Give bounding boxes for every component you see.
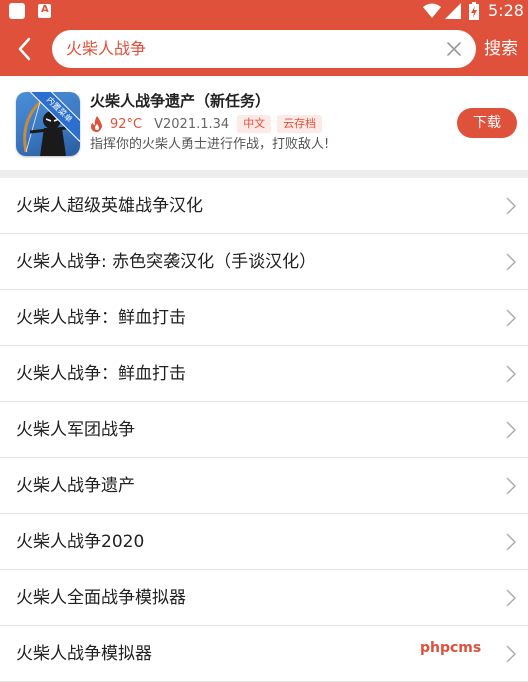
- app-meta: 92°C V2021.1.34 中文 云存档: [90, 114, 328, 134]
- search-result-list: 火柴人超级英雄战争汉化 火柴人战争: 赤色突袭汉化（手谈汉化） 火柴人战争：鲜血…: [0, 178, 528, 682]
- list-item[interactable]: 火柴人超级英雄战争汉化: [0, 178, 528, 234]
- tag-cloud-save: 云存档: [277, 115, 323, 133]
- watermark: phpcms: [420, 640, 482, 656]
- search-header: 搜索: [0, 22, 528, 76]
- list-item-label: 火柴人战争：鲜血打击: [16, 364, 186, 384]
- tag-chinese: 中文: [237, 115, 272, 133]
- signal-icon: [445, 3, 461, 19]
- chevron-right-icon: [506, 309, 516, 327]
- wifi-icon: [423, 3, 441, 18]
- search-input[interactable]: [66, 30, 426, 68]
- font-a-icon: [38, 4, 51, 18]
- list-item[interactable]: 火柴人战争遗产: [0, 458, 528, 514]
- chevron-right-icon: [506, 253, 516, 271]
- fire-icon: [90, 116, 102, 132]
- list-item-label: 火柴人战争: 赤色突袭汉化（手谈汉化）: [16, 252, 317, 272]
- search-button[interactable]: 搜索: [484, 37, 518, 61]
- list-item[interactable]: 火柴人军团战争: [0, 402, 528, 458]
- list-item-label: 火柴人战争模拟器: [16, 644, 152, 664]
- list-item-label: 火柴人战争2020: [16, 532, 145, 552]
- back-button[interactable]: [8, 32, 42, 66]
- list-item[interactable]: 火柴人全面战争模拟器: [0, 570, 528, 626]
- list-item-label: 火柴人全面战争模拟器: [16, 588, 186, 608]
- chevron-right-icon: [506, 533, 516, 551]
- app-temperature: 92°C: [110, 116, 143, 132]
- app-description: 指挥你的火柴人勇士进行作战，打败敌人!: [90, 137, 330, 152]
- chevron-right-icon: [506, 421, 516, 439]
- download-button[interactable]: 下载: [457, 108, 517, 138]
- list-item[interactable]: 火柴人战争：鲜血打击: [0, 290, 528, 346]
- app-icon: 内置菜单: [16, 92, 80, 156]
- app-notification-icon: [9, 3, 25, 19]
- list-item[interactable]: 火柴人战争: 赤色突袭汉化（手谈汉化）: [0, 234, 528, 290]
- clear-search-button[interactable]: [444, 39, 464, 59]
- chevron-right-icon: [506, 589, 516, 607]
- app-version: V2021.1.34: [154, 116, 230, 132]
- section-divider: [0, 170, 528, 178]
- close-icon: [447, 42, 461, 56]
- status-bar: 5:28: [0, 0, 528, 22]
- chevron-right-icon: [506, 645, 516, 663]
- chevron-left-icon: [18, 37, 31, 61]
- list-item[interactable]: 火柴人战争：鲜血打击: [0, 346, 528, 402]
- list-item-label: 火柴人战争遗产: [16, 476, 135, 496]
- status-time: 5:28: [488, 1, 524, 20]
- app-title: 火柴人战争遗产（新任务）: [90, 92, 271, 110]
- search-box: [52, 30, 476, 68]
- chevron-right-icon: [506, 365, 516, 383]
- chevron-right-icon: [506, 197, 516, 215]
- featured-app-card[interactable]: 内置菜单 火柴人战争遗产（新任务） 92°C V2021.1.34 中文 云存档…: [0, 76, 528, 170]
- list-item-label: 火柴人超级英雄战争汉化: [16, 196, 203, 216]
- list-item-label: 火柴人战争：鲜血打击: [16, 308, 186, 328]
- list-item[interactable]: 火柴人战争2020: [0, 514, 528, 570]
- chevron-right-icon: [506, 477, 516, 495]
- battery-charging-icon: [469, 2, 479, 20]
- list-item-label: 火柴人军团战争: [16, 420, 135, 440]
